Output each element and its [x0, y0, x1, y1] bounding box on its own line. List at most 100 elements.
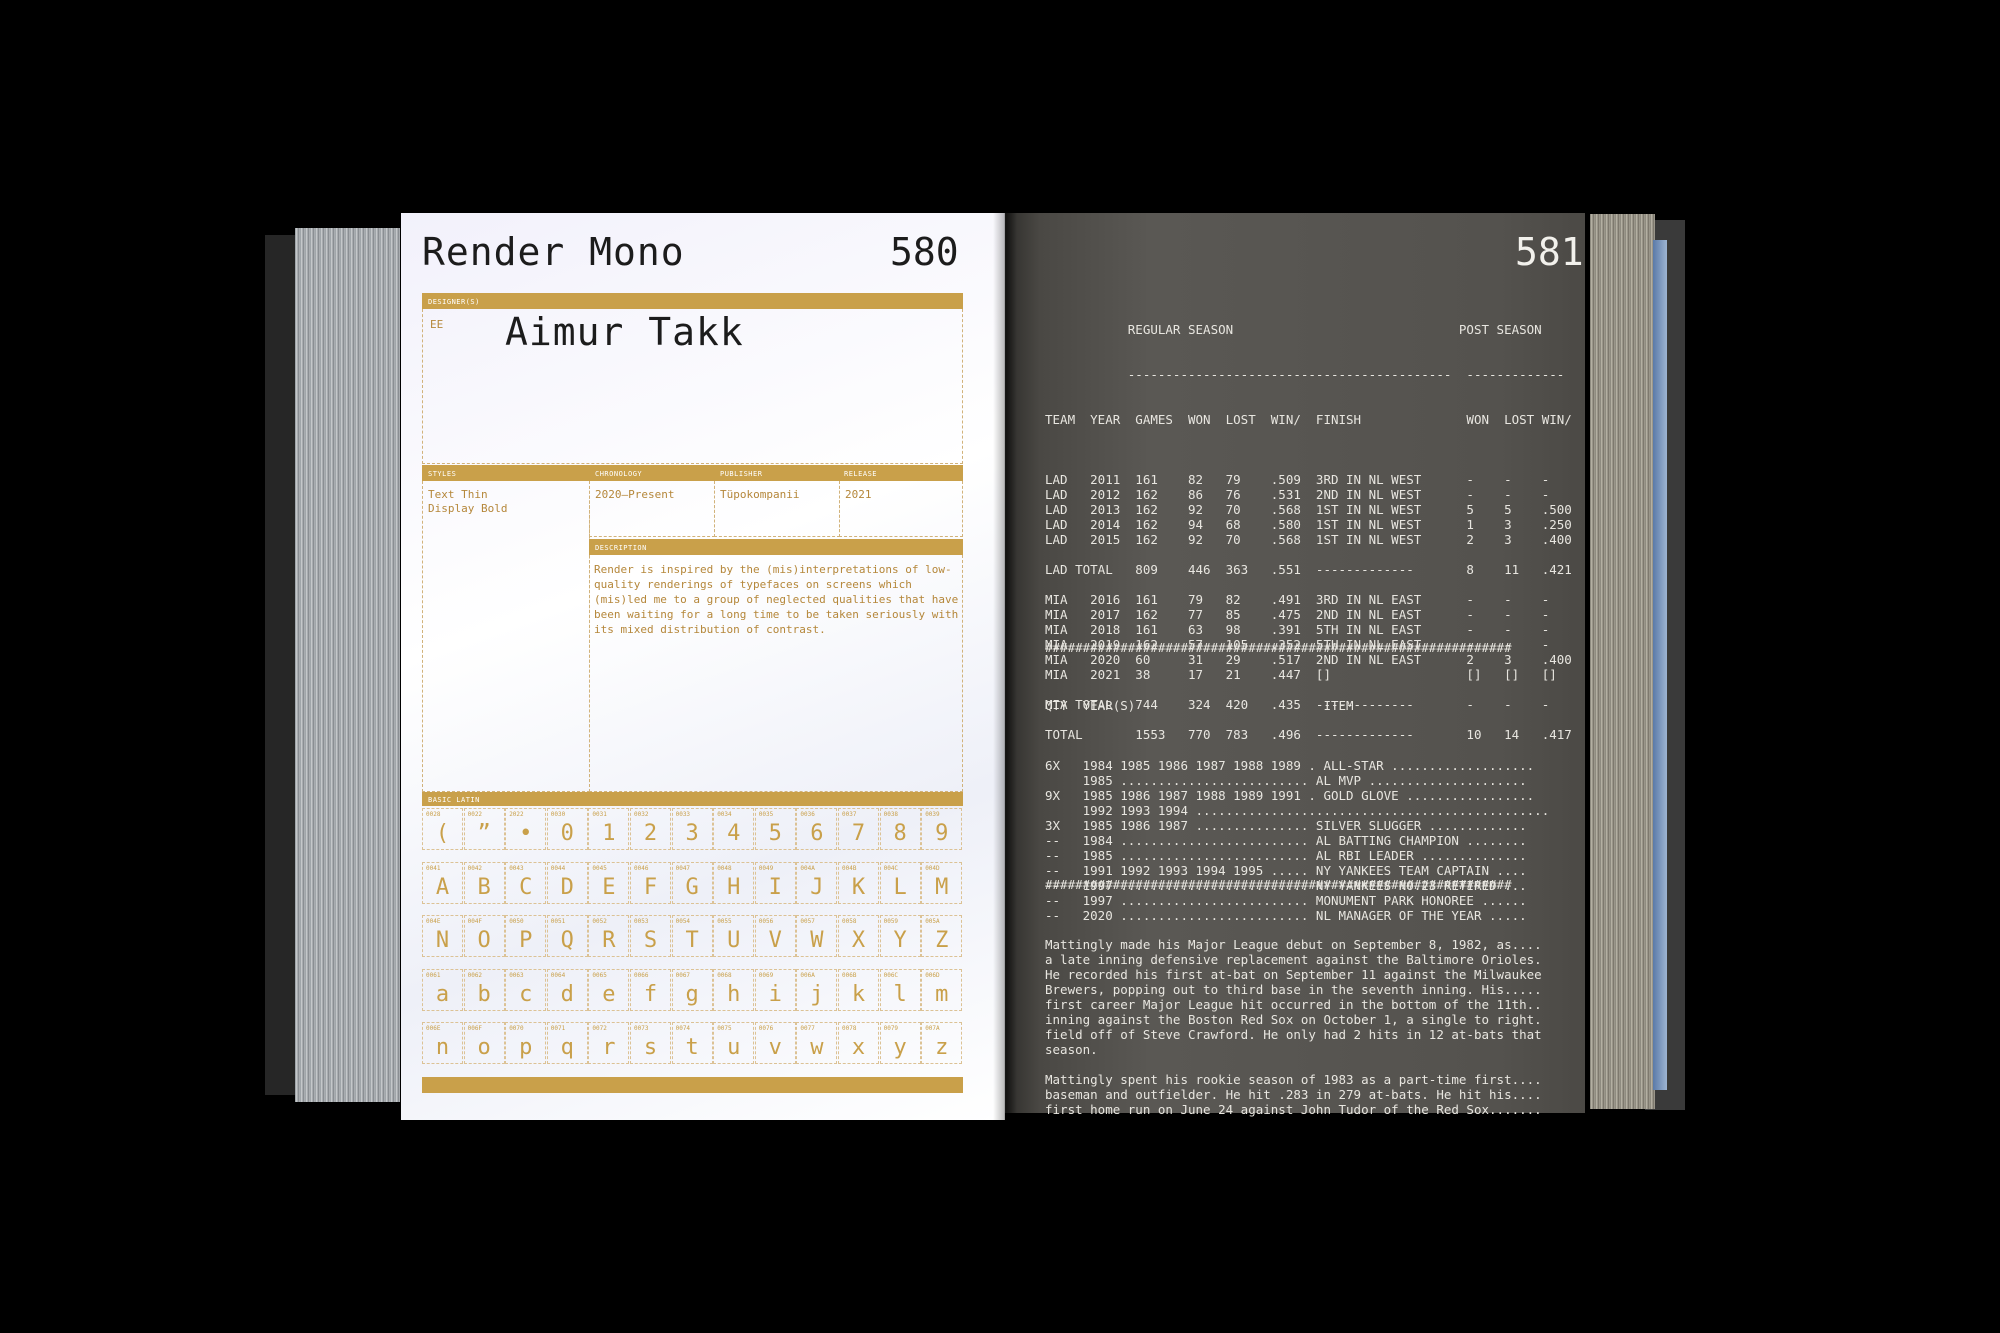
designer-code: EE — [430, 318, 444, 331]
glyph-code: 004C — [883, 864, 899, 872]
glyph-char: i — [768, 981, 782, 1007]
glyph-cell: 0046 F — [630, 861, 671, 904]
glyph-char: x — [851, 1035, 866, 1061]
glyph-code: 0036 — [800, 811, 815, 818]
glyph-code: 004E — [426, 918, 441, 926]
chronology-value: 2020–Present — [595, 488, 675, 501]
stats-row: LAD 2011 161 82 79 .509 3RD IN NL WEST -… — [1045, 472, 1550, 487]
award-row: -- 1991 1992 1993 1994 1995 ..... NY YAN… — [1045, 863, 1527, 878]
glyph-bottom-bar — [422, 1077, 963, 1093]
glyph-cell: 005A Z — [921, 915, 963, 958]
glyph-code: 0049 — [758, 864, 774, 872]
page-number-right: 581 — [1515, 230, 1584, 274]
styles-label: STYLES — [428, 470, 457, 478]
glyph-code: 0033 — [675, 811, 691, 818]
glyph-code: 004B — [842, 864, 857, 872]
glyph-code: 0052 — [592, 918, 607, 926]
awards-header: QTY YEAR(S) ITEM — [1045, 698, 1354, 713]
glyph-char: 8 — [893, 821, 907, 846]
bio-text: Mattingly made his Major League debut on… — [1045, 907, 1542, 1132]
stats-row: LAD 2013 162 92 70 .568 1ST IN NL WEST 5… — [1045, 502, 1572, 517]
glyph-char: X — [851, 928, 866, 954]
glyph-code: 0070 — [509, 1025, 524, 1033]
glyph-code: 0037 — [842, 811, 857, 818]
glyph-char: Y — [893, 928, 907, 954]
glyph-cell: 0073 s — [630, 1022, 671, 1065]
glyph-cell: 0045 E — [588, 861, 630, 904]
stats-row: MIA 2018 161 63 98 .391 5TH IN NL EAST -… — [1045, 622, 1550, 637]
glyph-cell: 0028 ( — [422, 808, 463, 850]
glyph-cell: 0038 8 — [879, 808, 921, 850]
glyph-code: 0073 — [634, 1025, 649, 1033]
glyph-char: C — [519, 874, 533, 900]
glyph-char: p — [519, 1035, 533, 1061]
stats-header-line: REGULAR SEASON POST SEASON — [1045, 322, 1542, 337]
page-edge-blue-tint — [1653, 240, 1667, 1090]
glyph-cell: 006E n — [422, 1022, 463, 1065]
page-edges-left — [295, 228, 400, 1102]
glyph-char: 4 — [727, 821, 741, 846]
glyph-code: 007A — [925, 1025, 940, 1033]
glyph-cell: 0041 A — [422, 861, 463, 904]
glyph-code: 0074 — [675, 1025, 691, 1033]
glyph-cell: 006F o — [463, 1022, 505, 1065]
glyph-code: 0071 — [550, 1025, 566, 1033]
glyph-char: z — [935, 1035, 949, 1061]
glyph-char: O — [477, 928, 491, 954]
page-number-left: 580 — [890, 230, 959, 274]
style-0: Text Thin — [428, 488, 488, 501]
glyph-cell: 0032 2 — [630, 808, 671, 850]
glyph-char: k — [851, 981, 866, 1007]
glyph-cell: 0044 D — [546, 861, 588, 904]
glyph-code: 006F — [467, 1025, 483, 1033]
bio-line: Mattingly spent his rookie season of 198… — [1045, 1072, 1542, 1087]
glyph-char: t — [685, 1035, 699, 1061]
glyph-cell: 0050 P — [505, 915, 547, 958]
award-row: 1992 1993 1994 .........................… — [1045, 803, 1550, 818]
glyph-char: T — [685, 928, 699, 954]
glyph-code: 0068 — [717, 971, 732, 979]
glyph-cell: 0043 C — [505, 861, 547, 904]
designer-bar — [422, 293, 963, 309]
glyph-cell: 0047 G — [671, 861, 713, 904]
glyph-char: d — [560, 981, 574, 1007]
glyph-code: 0047 — [675, 864, 691, 872]
glyph-cell: 0036 6 — [796, 808, 838, 850]
glyph-cell: 0065 e — [588, 968, 630, 1011]
divider-1: ########################################… — [1045, 640, 1512, 655]
glyph-char: y — [893, 1035, 907, 1061]
basic-latin-label: BASIC LATIN — [428, 796, 480, 804]
glyph-cell: 0064 d — [546, 968, 588, 1011]
stats-row: LAD 2015 162 92 70 .568 1ST IN NL WEST 2… — [1045, 532, 1572, 547]
glyph-code: 0059 — [883, 918, 899, 926]
glyph-char: P — [519, 928, 533, 954]
glyph-cell: 0077 w — [796, 1022, 838, 1065]
glyph-char: o — [477, 1035, 491, 1061]
glyph-code: 0035 — [758, 811, 774, 818]
bio-line: a late inning defensive replacement agai… — [1045, 952, 1542, 967]
glyph-char: ” — [477, 821, 491, 846]
glyph-code: 0031 — [592, 811, 607, 818]
glyph-char: l — [893, 981, 907, 1007]
glyph-code: 0061 — [426, 971, 441, 979]
glyph-char: g — [685, 981, 699, 1007]
glyph-cell: 0061 a — [422, 968, 463, 1011]
glyph-char: m — [935, 981, 949, 1007]
glyph-char: n — [435, 1035, 450, 1061]
glyph-cell: 0022 ” — [463, 808, 505, 850]
glyph-cell: 0068 h — [713, 968, 755, 1011]
chronology-label: CHRONOLOGY — [595, 470, 643, 478]
bio-line: field off of Steve Crawford. He only had… — [1045, 1027, 1542, 1042]
award-row: 6X 1984 1985 1986 1987 1988 1989 . ALL-S… — [1045, 758, 1535, 773]
glyph-code: 0042 — [467, 864, 483, 872]
glyph-char: u — [727, 1035, 741, 1061]
bio-line — [1045, 1057, 1542, 1072]
glyph-code: 0056 — [758, 918, 774, 926]
glyph-cell: 006C l — [879, 968, 921, 1011]
glyph-char: f — [643, 981, 658, 1007]
glyph-cell: 0067 g — [671, 968, 713, 1011]
award-row: 9X 1985 1986 1987 1988 1989 1991 . GOLD … — [1045, 788, 1535, 803]
glyph-code: 006A — [800, 971, 815, 979]
glyph-code: 006B — [842, 971, 857, 979]
glyph-char: e — [602, 981, 616, 1007]
